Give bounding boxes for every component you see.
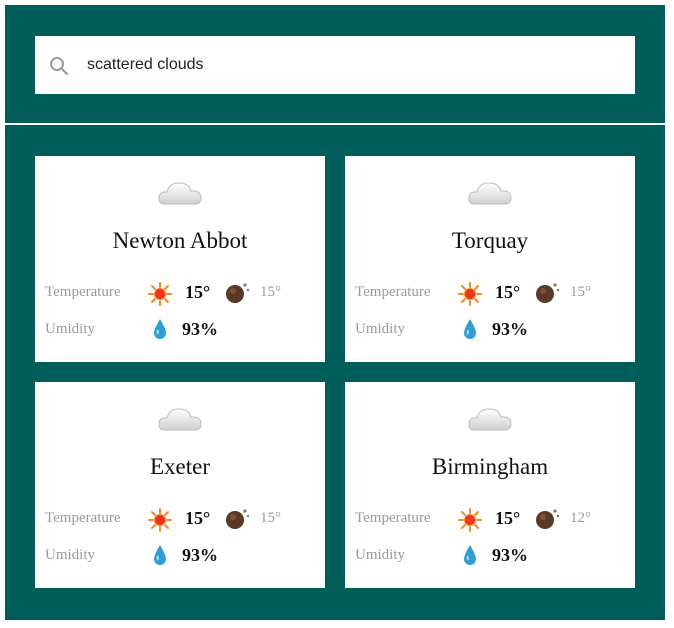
day-temperature: 15° bbox=[185, 282, 211, 302]
search-icon bbox=[50, 57, 68, 75]
humidity-label: Umidity bbox=[45, 321, 96, 337]
humidity-value: 93% bbox=[182, 545, 218, 565]
humidity-label: Umidity bbox=[45, 547, 96, 563]
day-temperature: 15° bbox=[495, 282, 521, 302]
cloud-icon bbox=[158, 408, 202, 431]
cloud-icon bbox=[468, 408, 512, 431]
sun-icon bbox=[458, 282, 482, 306]
weather-card-torquay: Torquay Temperature 15° 15° Umidity 93% bbox=[345, 156, 635, 362]
temperature-label: Temperature bbox=[355, 510, 431, 526]
app-background: Newton Abbot Temperature 15° 15° Umidity… bbox=[5, 5, 665, 620]
sun-icon bbox=[148, 282, 172, 306]
moon-icon bbox=[226, 283, 250, 303]
night-temperature: 15° bbox=[570, 284, 591, 300]
day-temperature: 15° bbox=[185, 508, 211, 528]
weather-card-newton-abbot: Newton Abbot Temperature 15° 15° Umidity… bbox=[35, 156, 325, 362]
city-name: Birmingham bbox=[431, 454, 549, 479]
day-temperature: 15° bbox=[495, 508, 521, 528]
water-drop-icon bbox=[154, 545, 166, 565]
temperature-label: Temperature bbox=[45, 284, 121, 300]
night-temperature: 12° bbox=[570, 510, 591, 526]
water-drop-icon bbox=[154, 319, 166, 339]
humidity-value: 93% bbox=[182, 319, 218, 339]
search-bar[interactable] bbox=[35, 36, 635, 94]
night-temperature: 15° bbox=[260, 284, 281, 300]
weather-card-exeter: Exeter Temperature 15° 15° Umidity 93% bbox=[35, 382, 325, 588]
temperature-label: Temperature bbox=[355, 284, 431, 300]
city-name: Newton Abbot bbox=[112, 228, 248, 253]
water-drop-icon bbox=[464, 319, 476, 339]
humidity-label: Umidity bbox=[355, 321, 406, 337]
sun-icon bbox=[458, 508, 482, 532]
temperature-label: Temperature bbox=[45, 510, 121, 526]
humidity-label: Umidity bbox=[355, 547, 406, 563]
search-input[interactable] bbox=[87, 36, 617, 94]
moon-icon bbox=[536, 509, 560, 529]
weather-card-birmingham: Birmingham Temperature 15° 12° Umidity 9… bbox=[345, 382, 635, 588]
cloud-icon bbox=[158, 182, 202, 205]
moon-icon bbox=[226, 509, 250, 529]
cloud-icon bbox=[468, 182, 512, 205]
water-drop-icon bbox=[464, 545, 476, 565]
sun-icon bbox=[148, 508, 172, 532]
moon-icon bbox=[536, 283, 560, 303]
city-name: Exeter bbox=[149, 454, 210, 479]
night-temperature: 15° bbox=[260, 510, 281, 526]
city-name: Torquay bbox=[451, 228, 529, 253]
humidity-value: 93% bbox=[492, 319, 528, 339]
header-divider bbox=[5, 123, 665, 125]
humidity-value: 93% bbox=[492, 545, 528, 565]
